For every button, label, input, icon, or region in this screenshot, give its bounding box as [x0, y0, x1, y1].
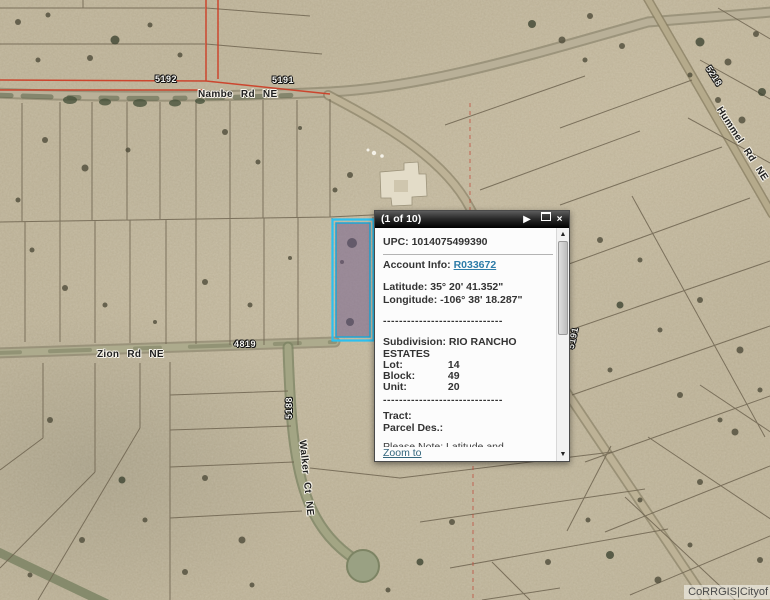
latitude-label: Latitude: — [383, 281, 427, 293]
longitude-row: Longitude: -106° 38' 18.287" — [383, 294, 553, 307]
unit-row: Unit: 20 — [383, 382, 553, 393]
parcel-info-popup: (1 of 10) ▶ × UPC: 1014075499390 Account… — [374, 210, 570, 462]
road-label-nambe: Nambe Rd NE — [198, 89, 277, 100]
popup-footer: Zoom to — [375, 447, 557, 461]
maximize-icon — [541, 212, 551, 221]
tract-row: Tract: — [383, 410, 553, 422]
popup-titlebar[interactable]: (1 of 10) ▶ × — [375, 211, 569, 228]
next-result-button[interactable]: ▶ — [521, 211, 533, 228]
upc-label: UPC: — [383, 236, 409, 248]
popup-body: UPC: 1014075499390 Account Info: R033672… — [375, 228, 569, 461]
selected-parcel-highlight[interactable] — [333, 220, 374, 341]
latitude-row: Latitude: 35° 20' 41.352" — [383, 281, 553, 294]
scrollbar-thumb[interactable] — [558, 241, 568, 335]
subdivision-label: Subdivision: — [383, 336, 446, 348]
gis-parcel-viewer: 5192 5191 Nambe Rd NE 4819 Zion Rd NE 51… — [0, 0, 770, 600]
road-segment-label-4819: 4819 — [234, 339, 256, 349]
unit-label: Unit: — [383, 382, 445, 393]
close-button[interactable]: × — [553, 211, 566, 228]
road-segment-label-5192: 5192 — [155, 74, 177, 84]
road-segment-label-5191: 5191 — [272, 75, 294, 85]
account-label: Account Info: — [383, 259, 451, 271]
gis-watermark: CoRRGIS|Cityof — [684, 585, 770, 599]
account-link[interactable]: R033672 — [454, 259, 497, 271]
longitude-value: -106° 38' 18.287" — [440, 294, 522, 306]
block-row: Block: 49 — [383, 371, 553, 382]
popup-title: (1 of 10) — [381, 213, 421, 225]
zoom-to-link[interactable]: Zoom to — [383, 447, 422, 459]
road-segment-label-5188: 5188 — [284, 397, 294, 419]
maximize-button[interactable] — [539, 211, 552, 228]
popup-scrollbar[interactable]: ▲ ▼ — [556, 228, 569, 461]
scrollbar-down-icon[interactable]: ▼ — [557, 449, 569, 460]
dashed-divider: ------------------------------ — [383, 315, 553, 327]
latitude-value: 35° 20' 41.352" — [430, 281, 503, 293]
road-label-zion: Zion Rd NE — [97, 349, 164, 360]
upc-value: 1014075499390 — [412, 236, 488, 248]
dashed-divider: ------------------------------ — [383, 394, 553, 406]
parcel-des-row: Parcel Des.: — [383, 422, 553, 435]
upc-row: UPC: 1014075499390 — [383, 236, 553, 249]
longitude-label: Longitude: — [383, 294, 437, 306]
unit-value: 20 — [448, 381, 460, 393]
subdivision-row: Subdivision: RIO RANCHO ESTATES — [383, 336, 553, 360]
selected-parcel-fill[interactable] — [336, 223, 370, 337]
popup-content: UPC: 1014075499390 Account Info: R033672… — [375, 228, 557, 461]
account-row: Account Info: R033672 — [383, 259, 553, 272]
divider-rule — [383, 254, 553, 255]
scrollbar-up-icon[interactable]: ▲ — [557, 229, 569, 240]
